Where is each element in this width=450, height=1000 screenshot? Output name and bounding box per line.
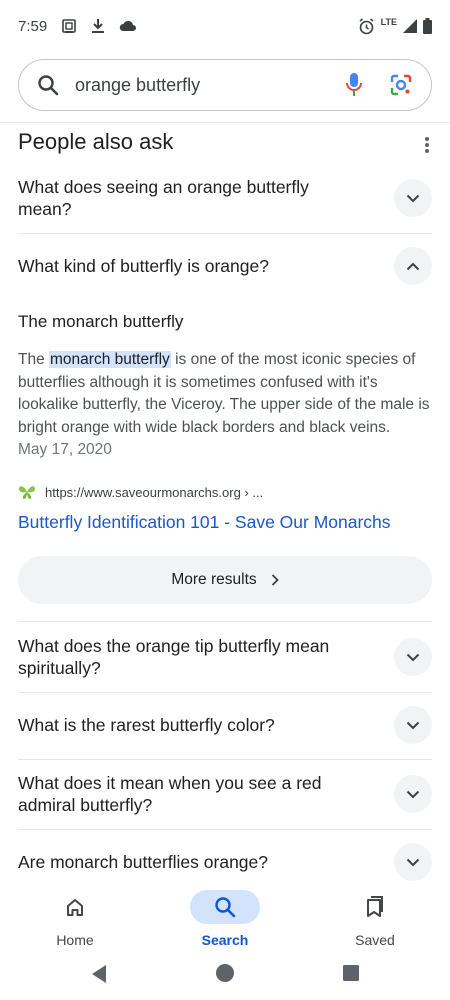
butterfly-favicon-icon <box>18 484 36 500</box>
result-link[interactable]: Butterfly Identification 101 - Save Our … <box>18 512 391 533</box>
question-text: What does it mean when you see a red adm… <box>18 773 322 815</box>
home-circle-icon[interactable] <box>215 963 235 988</box>
system-nav-bar <box>0 948 450 1000</box>
bottom-nav: Home Search Saved <box>0 882 450 948</box>
divider <box>18 829 432 830</box>
chevron-down-icon[interactable] <box>394 179 432 217</box>
search-box[interactable]: orange butterfly <box>18 59 432 111</box>
nav-home[interactable]: Home <box>25 890 125 948</box>
screenshot-icon <box>61 18 77 34</box>
nav-label: Home <box>56 932 94 948</box>
paa-question-expanded[interactable]: What kind of butterfly is orange? <box>18 247 432 285</box>
nav-search[interactable]: Search <box>175 890 275 948</box>
active-indicator <box>190 890 260 924</box>
source-url[interactable]: https://www.saveourmonarchs.org › ... <box>45 485 263 500</box>
bookmarks-icon <box>365 896 385 918</box>
chevron-right-icon <box>271 574 279 586</box>
question-text: What does the orange tip butterfly mean … <box>18 636 330 678</box>
more-results-button[interactable]: More results <box>18 556 432 604</box>
nav-saved[interactable]: Saved <box>325 890 425 948</box>
paa-question[interactable]: What does it mean when you see a red adm… <box>18 771 432 817</box>
divider <box>0 122 450 123</box>
divider <box>18 621 432 622</box>
download-icon <box>91 18 105 34</box>
question-text: What is the rarest butterfly color? <box>18 715 275 735</box>
paa-title: People also ask <box>18 129 174 154</box>
status-time: 7:59 <box>18 17 48 35</box>
paa-question[interactable]: What does seeing an orange butterfly mea… <box>18 175 432 221</box>
mic-icon[interactable] <box>345 72 363 98</box>
nav-label: Saved <box>355 932 395 948</box>
paa-question[interactable]: What is the rarest butterfly color? <box>18 706 432 744</box>
question-text: What does seeing an orange butterfly mea… <box>18 177 309 219</box>
divider <box>18 692 432 693</box>
back-icon[interactable] <box>90 964 108 989</box>
snippet-text: The <box>18 351 50 368</box>
recents-icon[interactable] <box>343 965 359 986</box>
lens-icon[interactable] <box>389 73 413 97</box>
source-row[interactable]: https://www.saveourmonarchs.org › ... <box>18 484 263 500</box>
search-icon[interactable] <box>37 74 59 96</box>
search-icon <box>214 896 236 918</box>
chevron-down-icon[interactable] <box>394 706 432 744</box>
question-text: Are monarch butterflies orange? <box>18 852 268 872</box>
more-results-label: More results <box>171 571 257 588</box>
battery-icon <box>423 18 432 34</box>
chevron-down-icon[interactable] <box>394 638 432 676</box>
divider <box>18 233 432 234</box>
snippet-highlight: monarch butterfly <box>49 351 171 368</box>
nav-label: Search <box>201 932 249 948</box>
status-bar: 7:59 LTE <box>0 0 450 52</box>
answer-snippet: The monarch butterfly is one of the most… <box>18 349 432 439</box>
chevron-down-icon[interactable] <box>394 775 432 813</box>
chevron-down-icon[interactable] <box>394 843 432 881</box>
network-label: LTE <box>380 17 397 27</box>
answer-heading: The monarch butterfly <box>18 312 184 331</box>
paa-question[interactable]: Are monarch butterflies orange? <box>18 843 432 881</box>
signal-icon <box>403 19 417 33</box>
question-text: What kind of butterfly is orange? <box>18 256 269 276</box>
answer-date: May 17, 2020 <box>18 441 112 458</box>
divider <box>18 759 432 760</box>
more-vert-icon[interactable] <box>415 133 439 157</box>
alarm-icon <box>358 17 375 35</box>
home-icon <box>65 897 85 917</box>
paa-question[interactable]: What does the orange tip butterfly mean … <box>18 634 432 680</box>
chevron-up-icon[interactable] <box>394 247 432 285</box>
search-input[interactable]: orange butterfly <box>75 75 345 96</box>
cloud-icon <box>119 20 137 32</box>
